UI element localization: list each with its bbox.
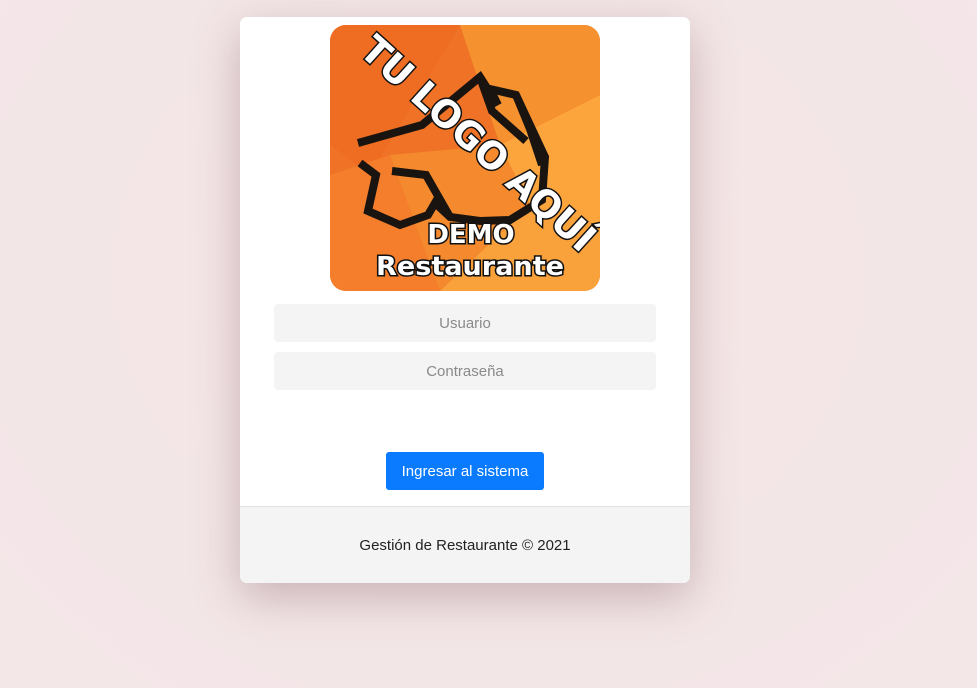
- username-input[interactable]: [274, 304, 656, 342]
- restaurant-logo: TU LOGO AQUÍ DEMO Restaurante: [330, 25, 600, 291]
- logo-line-restaurante: Restaurante: [376, 252, 564, 282]
- card-footer: Gestión de Restaurante © 2021: [240, 506, 690, 583]
- logo-line-demo: DEMO: [427, 220, 514, 250]
- login-card: TU LOGO AQUÍ DEMO Restaurante Ingresar a…: [240, 17, 690, 583]
- password-input[interactable]: [274, 352, 656, 390]
- footer-copyright: Gestión de Restaurante © 2021: [359, 537, 571, 554]
- login-button[interactable]: Ingresar al sistema: [386, 452, 544, 490]
